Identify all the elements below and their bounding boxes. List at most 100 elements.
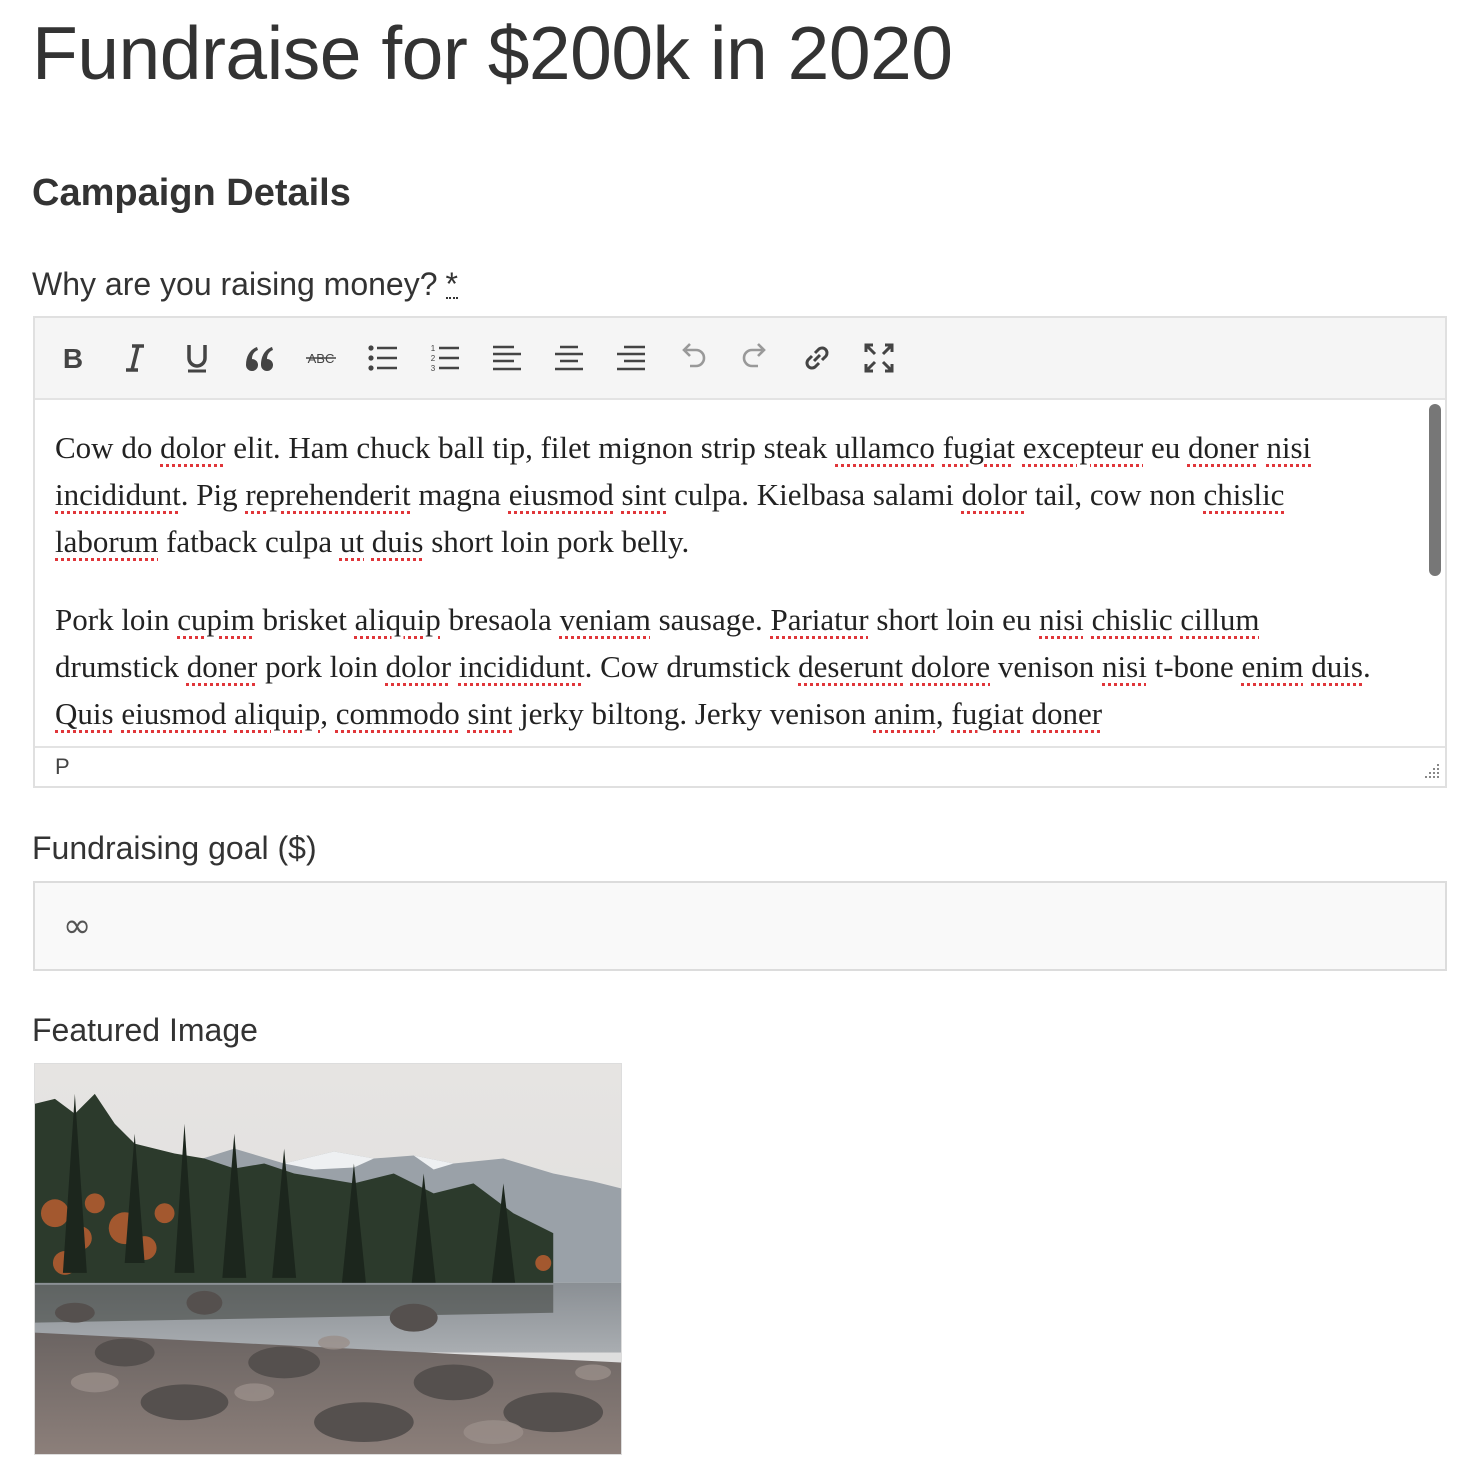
misspelled-word: cupim <box>177 602 255 637</box>
misspelled-word: chislic <box>1203 477 1285 512</box>
editor-paragraph-2: Pork loin cupim brisket aliquip bresaola… <box>35 596 1445 737</box>
text-run: Cow do <box>55 430 161 465</box>
misspelled-word: incididunt <box>458 649 585 684</box>
link-icon <box>805 346 829 370</box>
align-right-icon <box>617 345 645 371</box>
numbered-list-icon: 123 <box>431 344 459 373</box>
text-run <box>364 524 372 559</box>
text-run: short loin pork belly. <box>423 524 690 559</box>
align-center-button[interactable] <box>549 336 589 380</box>
misspelled-word: nisi <box>1102 649 1147 684</box>
text-run: magna <box>410 477 509 512</box>
misspelled-word: ut <box>339 524 365 559</box>
text-run <box>451 649 459 684</box>
misspelled-word: nisi <box>1266 430 1312 465</box>
align-center-icon <box>555 345 583 371</box>
misspelled-word: dolor <box>961 477 1028 512</box>
align-left-button[interactable] <box>487 336 527 380</box>
redo-icon <box>742 343 766 368</box>
svg-text:2: 2 <box>431 354 436 363</box>
misspelled-word: nisi <box>1039 602 1084 637</box>
text-run: Pork loin <box>55 602 178 637</box>
blockquote-button[interactable] <box>239 336 279 380</box>
required-marker: * <box>445 266 458 302</box>
misspelled-word: reprehenderit <box>245 477 411 512</box>
text-run: fatback culpa <box>158 524 340 559</box>
resize-handle-icon[interactable] <box>1421 762 1441 782</box>
misspelled-word: eiusmod <box>121 696 227 731</box>
misspelled-word: dolor <box>385 649 452 684</box>
misspelled-word: commodo <box>335 696 460 731</box>
bold-button[interactable]: B <box>53 336 93 380</box>
misspelled-word: dolor <box>160 430 226 465</box>
numbered-list-button[interactable]: 123 <box>425 336 465 380</box>
misspelled-word: fugiat <box>951 696 1024 731</box>
underline-icon <box>187 345 207 373</box>
text-run: , <box>320 696 336 731</box>
text-run: drumstick <box>55 649 187 684</box>
misspelled-word: duis <box>371 524 424 559</box>
redo-button[interactable] <box>735 336 775 380</box>
text-run: elit. Ham chuck ball tip, filet mignon s… <box>225 430 836 465</box>
undo-icon <box>682 343 706 368</box>
fundraising-goal-input[interactable]: ∞ <box>33 881 1447 971</box>
featured-image[interactable] <box>34 1063 622 1455</box>
misspelled-word: Pariatur <box>770 602 869 637</box>
svg-text:3: 3 <box>431 364 436 373</box>
svg-text:1: 1 <box>431 344 436 353</box>
text-run: bresaola <box>440 602 560 637</box>
align-left-icon <box>493 345 521 371</box>
text-run: . Cow drumstick <box>584 649 799 684</box>
misspelled-word: chislic <box>1091 602 1173 637</box>
misspelled-word: sint <box>621 477 667 512</box>
editor-content[interactable]: Cow do dolor elit. Ham chuck ball tip, f… <box>35 400 1445 750</box>
underline-button[interactable] <box>177 336 217 380</box>
misspelled-word: ullamco <box>835 430 935 465</box>
text-run <box>614 477 622 512</box>
misspelled-word: deserunt <box>798 649 904 684</box>
misspelled-word: veniam <box>559 602 651 637</box>
misspelled-word: aliquip <box>234 696 321 731</box>
text-run: . <box>1362 649 1371 684</box>
text-run: t-bone <box>1146 649 1242 684</box>
text-run <box>226 696 234 731</box>
misspelled-word: sint <box>467 696 513 731</box>
text-run <box>1084 602 1092 637</box>
text-run: , <box>935 696 952 731</box>
bullet-list-button[interactable] <box>363 336 403 380</box>
strikethrough-button[interactable]: ABC <box>301 336 341 380</box>
bold-icon: B <box>63 343 83 374</box>
misspelled-word: doner <box>186 649 258 684</box>
text-run: culpa. Kielbasa salami <box>666 477 962 512</box>
element-path[interactable]: P <box>55 754 70 780</box>
text-run: venison <box>990 649 1103 684</box>
misspelled-word: doner <box>1187 430 1259 465</box>
page-title: Fundraise for $200k in 2020 <box>32 11 953 95</box>
italic-icon <box>126 344 144 372</box>
undo-button[interactable] <box>673 336 713 380</box>
text-run: sausage. <box>650 602 771 637</box>
featured-image-label: Featured Image <box>32 1012 258 1048</box>
fullscreen-icon <box>864 343 894 373</box>
fullscreen-button[interactable] <box>859 336 899 380</box>
misspelled-word: cillum <box>1180 602 1260 637</box>
misspelled-word: incididunt <box>55 477 181 512</box>
text-run: pork loin <box>257 649 386 684</box>
section-title: Campaign Details <box>32 172 351 214</box>
misspelled-word: enim <box>1241 649 1304 684</box>
editor-statusbar: P <box>35 746 1445 786</box>
text-run: short loin eu <box>868 602 1040 637</box>
align-right-button[interactable] <box>611 336 651 380</box>
rich-text-editor[interactable]: B ABC 123 Cow do dolor elit. Ham chuck b… <box>33 316 1447 788</box>
editor-scrollbar[interactable] <box>1429 404 1441 576</box>
link-button[interactable] <box>797 336 837 380</box>
misspelled-word: eiusmod <box>508 477 614 512</box>
text-run: . Pig <box>180 477 246 512</box>
misspelled-word: dolore <box>910 649 991 684</box>
misspelled-word: laborum <box>55 524 159 559</box>
bullet-list-icon <box>368 345 397 371</box>
misspelled-word: fugiat <box>942 430 1015 465</box>
misspelled-word: duis <box>1311 649 1363 684</box>
text-run <box>1015 430 1023 465</box>
italic-button[interactable] <box>115 336 155 380</box>
